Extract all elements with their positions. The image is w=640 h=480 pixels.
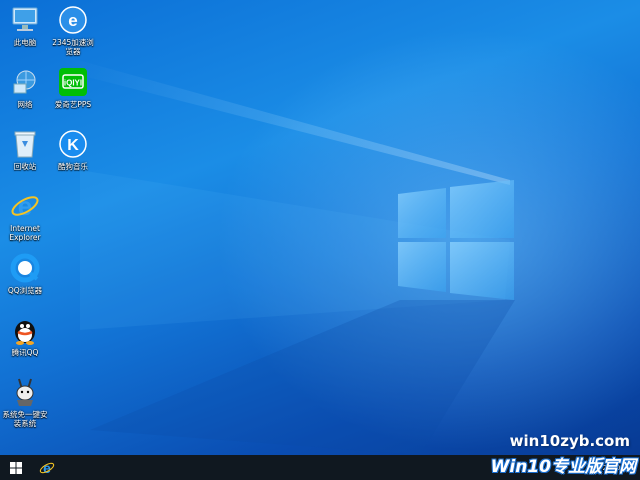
- desktop-icon-kugou[interactable]: K 酷狗音乐: [50, 128, 96, 171]
- desktop-icon-iqiyi[interactable]: iQIYI 爱奇艺PPS: [50, 66, 96, 109]
- windows-logo-graphic: [398, 180, 514, 300]
- desktop-background: 此电脑 e 2345加速浏览器 网络 iQIYI 爱奇艺PPS 回收站 K 酷狗…: [0, 0, 640, 455]
- desktop-icon-qq-browser[interactable]: QQ浏览器: [2, 252, 48, 295]
- browser-2345-icon: e: [57, 4, 89, 36]
- ie-icon: e: [39, 460, 55, 476]
- desktop-icon-network[interactable]: 网络: [2, 66, 48, 109]
- recycle-bin-icon: [9, 128, 41, 160]
- desktop-icon-label: 此电脑: [13, 38, 37, 47]
- svg-text:e: e: [68, 11, 77, 30]
- svg-text:K: K: [67, 137, 79, 154]
- ie-icon: e: [9, 190, 41, 222]
- svg-text:e: e: [43, 460, 51, 476]
- network-icon: [9, 66, 41, 98]
- svg-text:e: e: [18, 191, 32, 221]
- qq-browser-icon: [9, 252, 41, 284]
- desktop-icon-label: Internet Explorer: [9, 224, 41, 242]
- qq-icon: [9, 314, 41, 346]
- desktop-icon-installer[interactable]: 系统免一键安装系统: [2, 376, 48, 428]
- desktop-icon-label: 腾讯QQ: [11, 348, 39, 357]
- computer-icon: [9, 4, 41, 36]
- desktop-icon-label: 回收站: [13, 162, 37, 171]
- desktop-icon-internet-explorer[interactable]: e Internet Explorer: [2, 190, 48, 242]
- desktop-icon-label: QQ浏览器: [7, 286, 43, 295]
- desktop-icon-recycle-bin[interactable]: 回收站: [2, 128, 48, 171]
- installer-icon: [9, 376, 41, 408]
- desktop-icon-label: 爱奇艺PPS: [54, 100, 92, 109]
- windows-start-icon: [10, 461, 22, 474]
- desktop-icon-label: 网络: [17, 100, 33, 109]
- desktop-icon-2345-browser[interactable]: e 2345加速浏览器: [50, 4, 96, 56]
- iqiyi-icon: iQIYI: [57, 66, 89, 98]
- desktop-icon-grid: 此电脑 e 2345加速浏览器 网络 iQIYI 爱奇艺PPS 回收站 K 酷狗…: [0, 0, 110, 455]
- desktop-icon-label: 2345加速浏览器: [52, 38, 94, 56]
- watermark-url: win10zyb.com: [509, 432, 630, 450]
- watermark-brand: Win10专业版官网: [490, 457, 636, 477]
- taskbar-ie-button[interactable]: e: [32, 455, 62, 480]
- desktop-icon-tencent-qq[interactable]: 腾讯QQ: [2, 314, 48, 357]
- start-button[interactable]: [0, 455, 32, 480]
- kugou-icon: K: [57, 128, 89, 160]
- desktop-icon-label: 酷狗音乐: [58, 162, 88, 171]
- desktop-icon-this-pc[interactable]: 此电脑: [2, 4, 48, 47]
- desktop-icon-label: 系统免一键安装系统: [2, 410, 48, 428]
- svg-text:iQIYI: iQIYI: [64, 79, 82, 88]
